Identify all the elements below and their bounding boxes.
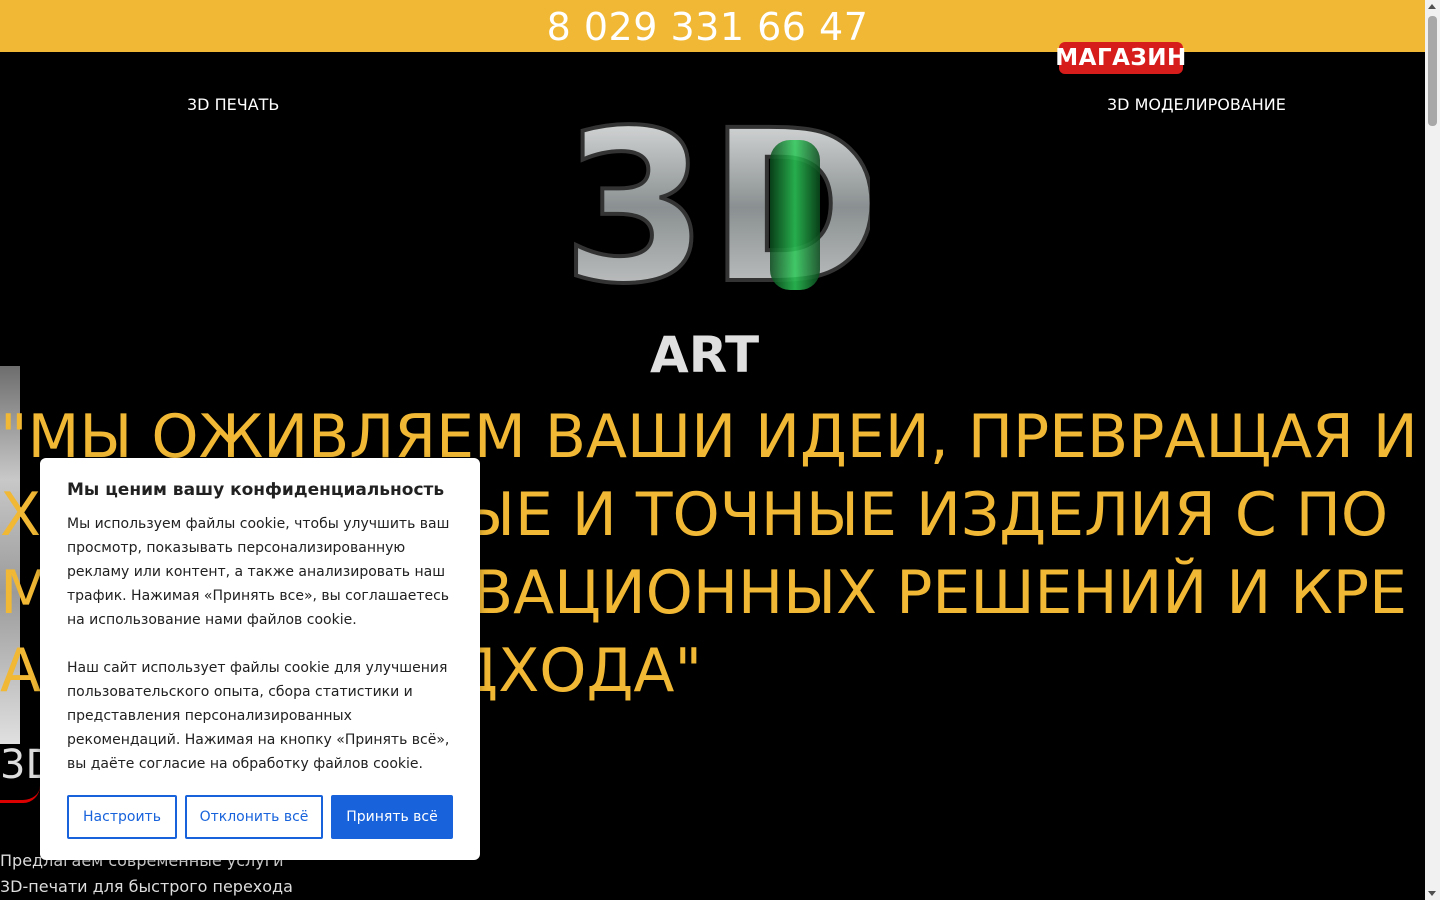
logo-3d-art[interactable]: 3D ART xyxy=(560,80,870,380)
logo-3-glyph: 3D xyxy=(562,85,870,330)
scroll-up-icon[interactable] xyxy=(1428,4,1436,9)
page-scrollbar[interactable] xyxy=(1425,0,1440,900)
scroll-thumb[interactable] xyxy=(1428,16,1437,126)
logo-art-text: ART xyxy=(650,326,759,380)
customize-button[interactable]: Настроить xyxy=(67,795,177,839)
nav-3d-modeling[interactable]: 3D МОДЕЛИРОВАНИЕ xyxy=(1107,95,1286,114)
scroll-down-icon[interactable] xyxy=(1428,891,1436,896)
top-bar: 8 029 331 66 47 xyxy=(0,0,1425,52)
shop-button[interactable]: МАГАЗИН xyxy=(1055,42,1186,74)
cookie-consent-dialog: Мы ценим вашу конфиденциальность Мы испо… xyxy=(40,458,480,860)
cookie-buttons: Настроить Отклонить всё Принять всё xyxy=(67,795,453,839)
cookie-text-2: Наш сайт использует файлы cookie для улу… xyxy=(67,660,450,772)
cookie-text-1: Мы используем файлы cookie, чтобы улучши… xyxy=(67,516,450,628)
phone-link[interactable]: 8 029 331 66 47 xyxy=(547,5,869,49)
red-swoosh xyxy=(0,786,40,803)
nav-3d-print[interactable]: 3D ПЕЧАТЬ xyxy=(187,95,279,114)
accept-all-button[interactable]: Принять всё xyxy=(331,795,453,839)
logo-d-inner xyxy=(770,140,820,290)
reject-all-button[interactable]: Отклонить всё xyxy=(185,795,323,839)
cookie-title: Мы ценим вашу конфиденциальность xyxy=(67,480,445,500)
